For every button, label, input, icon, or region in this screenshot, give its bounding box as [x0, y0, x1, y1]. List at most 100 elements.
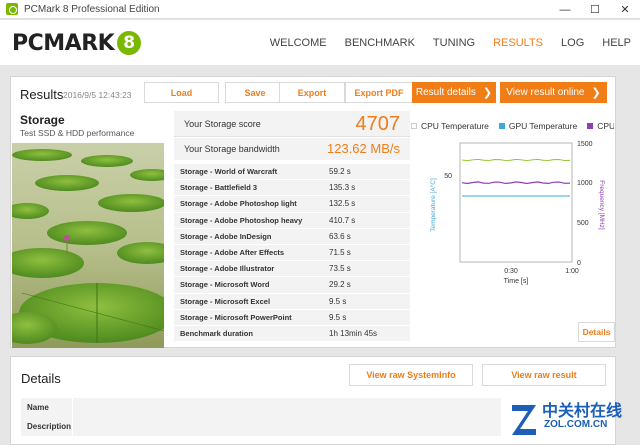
legend-swatch: [411, 123, 417, 129]
legend-swatch: [498, 123, 505, 129]
details-key: Name: [21, 398, 73, 417]
table-row: Storage - Adobe InDesign 63.6 s: [174, 227, 410, 244]
nav-log[interactable]: LOG: [552, 37, 593, 49]
chart-legend: CPU Temperature GPU Temperature CPU Clo: [411, 120, 614, 132]
table-row: Storage - Microsoft Excel 9.5 s: [174, 292, 410, 309]
bandwidth-label: Your Storage bandwidth: [184, 144, 280, 154]
right-tick-label: 500: [577, 220, 589, 227]
legend-swatch: [587, 123, 594, 129]
row-name: Storage - Adobe InDesign: [180, 231, 272, 241]
watermark-en: ZOL.COM.CN: [544, 419, 608, 430]
left-tick-label: 50: [444, 173, 452, 180]
right-tick-label: 1000: [577, 180, 593, 187]
results-date: 2016/9/5 12:43:23: [63, 90, 132, 100]
close-button[interactable]: ✕: [610, 0, 640, 19]
details-key: Description: [21, 417, 73, 436]
table-row: Storage - Adobe Photoshop heavy 410.7 s: [174, 211, 410, 228]
legend-item[interactable]: CPU Temperature: [411, 121, 489, 131]
left-axis-label: Temperature [A°C]: [429, 178, 437, 232]
table-row: Storage - Adobe After Effects 71.5 s: [174, 243, 410, 261]
row-value: 9.5 s: [329, 296, 347, 306]
row-value: 410.7 s: [329, 215, 356, 225]
test-name: Storage: [20, 113, 65, 127]
row-name: Benchmark duration: [180, 328, 253, 338]
storage-lily-pad-image: [12, 143, 164, 348]
load-button[interactable]: Load: [144, 82, 219, 103]
app-icon: [6, 3, 18, 15]
score-box: Your Storage score 4707: [174, 111, 410, 137]
legend-item[interactable]: CPU Clo: [587, 121, 614, 131]
details-row: Name: [21, 398, 501, 417]
legend-item[interactable]: GPU Temperature: [498, 121, 578, 131]
row-value: 59.2 s: [329, 167, 351, 177]
row-name: Storage - Adobe Photoshop light: [180, 199, 297, 209]
row-name: Storage - Microsoft PowerPoint: [180, 312, 292, 322]
legend-label: GPU Temperature: [508, 121, 578, 131]
row-name: Storage - World of Warcraft: [180, 167, 278, 177]
logo-badge: 8: [117, 31, 142, 55]
result-details-label: Result details: [415, 87, 476, 98]
right-tick-label: 0: [577, 260, 581, 267]
test-description: Test SSD & HDD performance: [20, 128, 135, 138]
zol-logo-icon: [512, 405, 536, 435]
row-value: 135.3 s: [329, 183, 356, 193]
plot-area: [459, 142, 573, 263]
chevron-right-icon: ❯: [482, 87, 493, 99]
results-card: Results 2016/9/5 12:43:23 Load Save Expo…: [10, 76, 616, 348]
pcmark-logo: PCMARK 8: [12, 30, 142, 56]
row-value: 63.6 s: [329, 231, 351, 241]
app-header: PCMARK 8 WELCOME BENCHMARK TUNING RESULT…: [0, 20, 640, 65]
nav-results[interactable]: RESULTS: [484, 37, 552, 49]
row-name: Storage - Battlefield 3: [180, 183, 258, 193]
table-row: Storage - Adobe Photoshop light 132.5 s: [174, 195, 410, 212]
legend-label: CPU Clo: [597, 121, 614, 131]
table-row: Storage - Microsoft Word 29.2 s: [174, 276, 410, 293]
x-tick-label: 1:00: [565, 268, 579, 275]
results-title: Results: [20, 87, 64, 102]
score-value: 4707: [355, 113, 401, 135]
maximize-button[interactable]: ☐: [580, 0, 610, 19]
table-row: Storage - World of Warcraft 59.2 s: [174, 163, 410, 180]
view-raw-systeminfo-button[interactable]: View raw SystemInfo: [349, 364, 473, 386]
main-nav: WELCOME BENCHMARK TUNING RESULTS LOG HEL…: [261, 20, 640, 65]
export-button[interactable]: Export: [279, 82, 345, 103]
score-label: Your Storage score: [184, 119, 261, 129]
row-value: 132.5 s: [329, 199, 356, 209]
x-axis-label: Time [s]: [504, 278, 529, 285]
right-axis-label: Frequency [MHz]: [598, 180, 605, 230]
export-pdf-button[interactable]: Export PDF: [345, 82, 413, 103]
subscore-table: Storage - World of Warcraft 59.2 s Storag…: [174, 163, 410, 342]
table-row: Storage - Battlefield 3 135.3 s: [174, 179, 410, 196]
minimize-button[interactable]: —: [550, 0, 580, 19]
bandwidth-value: 123.62 MB/s: [327, 141, 400, 156]
chevron-right-icon: ❯: [591, 87, 601, 99]
details-title: Details: [21, 371, 61, 386]
zol-watermark: 中关村在线 ZOL.COM.CN: [508, 395, 638, 443]
bandwidth-box: Your Storage bandwidth 123.62 MB/s: [174, 138, 410, 160]
monitoring-panel: CPU Temperature GPU Temperature CPU Clo …: [411, 113, 615, 347]
row-value: 9.5 s: [329, 312, 347, 322]
row-name: Storage - Adobe After Effects: [180, 248, 285, 258]
row-name: Storage - Adobe Photoshop heavy: [180, 215, 303, 225]
row-value: 29.2 s: [329, 280, 351, 290]
table-row: Storage - Microsoft PowerPoint 9.5 s: [174, 308, 410, 325]
view-online-label: View result online: [506, 87, 585, 98]
details-row: Description: [21, 417, 501, 436]
watermark-cn: 中关村在线: [542, 401, 623, 420]
row-name: Storage - Microsoft Word: [180, 280, 270, 290]
result-details-button[interactable]: Result details ❯: [412, 82, 496, 103]
right-tick-label: 1500: [577, 141, 593, 148]
nav-benchmark[interactable]: BENCHMARK: [336, 37, 424, 49]
nav-tuning[interactable]: TUNING: [424, 37, 484, 49]
table-row: Storage - Adobe Illustrator 73.5 s: [174, 260, 410, 277]
view-raw-result-button[interactable]: View raw result: [482, 364, 606, 386]
row-name: Storage - Microsoft Excel: [180, 296, 271, 306]
nav-welcome[interactable]: WELCOME: [261, 37, 336, 49]
view-online-button[interactable]: View result online ❯: [500, 82, 607, 103]
chart-details-button[interactable]: Details: [578, 322, 615, 342]
table-row: Benchmark duration 1h 13min 45s: [174, 324, 410, 342]
save-button[interactable]: Save: [225, 82, 285, 103]
nav-help[interactable]: HELP: [593, 37, 640, 49]
row-value: 71.5 s: [329, 248, 351, 258]
row-value: 73.5 s: [329, 264, 351, 274]
